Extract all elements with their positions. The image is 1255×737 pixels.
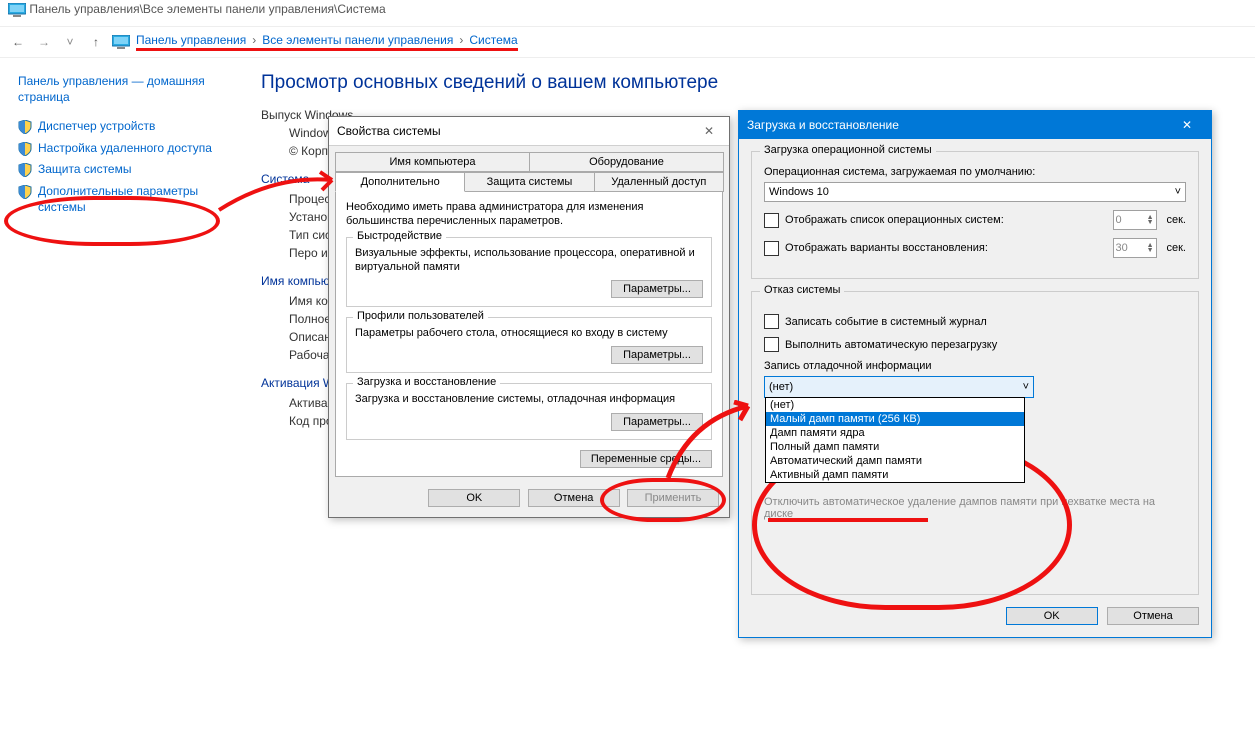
sidebar-item-advanced-settings[interactable]: Дополнительные параметры системы <box>18 184 233 215</box>
cancel-button[interactable]: Отмена <box>1107 607 1199 625</box>
sidebar: Панель управления — домашняя страница Ди… <box>0 58 243 432</box>
select-value: (нет) <box>769 381 793 393</box>
group-user-profiles: Профили пользователей Параметры рабочего… <box>346 317 712 373</box>
breadcrumb-3[interactable]: Система <box>469 33 517 47</box>
dialog-title: Загрузка и восстановление <box>747 118 899 132</box>
dump-option-auto[interactable]: Автоматический дамп памяти <box>766 454 1024 468</box>
group-text: Визуальные эффекты, использование процес… <box>355 246 703 275</box>
tab-remote[interactable]: Удаленный доступ <box>594 172 724 192</box>
group-text: Загрузка и восстановление системы, отлад… <box>355 392 703 406</box>
breadcrumb-2[interactable]: Все элементы панели управления <box>262 33 453 47</box>
tab-hardware[interactable]: Оборудование <box>529 152 724 172</box>
sidebar-item-system-protection[interactable]: Защита системы <box>18 162 233 178</box>
group-title: Загрузка и восстановление <box>353 376 500 388</box>
dump-option-full[interactable]: Полный дамп памяти <box>766 440 1024 454</box>
startup-recovery-settings-button[interactable]: Параметры... <box>611 413 703 431</box>
sidebar-item-label: Диспетчер устройств <box>38 119 155 135</box>
group-performance: Быстродействие Визуальные эффекты, испол… <box>346 237 712 308</box>
checkbox-show-os-list[interactable] <box>764 213 779 228</box>
back-arrow-icon[interactable]: ← <box>8 32 28 52</box>
fieldset-legend: Отказ системы <box>760 284 844 296</box>
checkbox-show-recovery[interactable] <box>764 241 779 256</box>
group-title: Профили пользователей <box>353 310 488 322</box>
os-list-timeout-input[interactable]: 0▲▼ <box>1113 210 1157 230</box>
profiles-settings-button[interactable]: Параметры... <box>611 346 703 364</box>
forward-arrow-icon[interactable]: → <box>34 32 54 52</box>
dialog-title: Свойства системы <box>337 124 441 138</box>
default-os-label: Операционная система, загружаемая по умо… <box>764 166 1186 178</box>
checkbox-write-event-log[interactable] <box>764 314 779 329</box>
sidebar-item-label: Настройка удаленного доступа <box>38 141 212 157</box>
pc-icon <box>8 3 26 17</box>
dump-option-kernel[interactable]: Дамп памяти ядра <box>766 426 1024 440</box>
cancel-button[interactable]: Отмена <box>528 489 620 507</box>
shield-icon <box>18 185 32 199</box>
performance-settings-button[interactable]: Параметры... <box>611 280 703 298</box>
spinner-icon: ▲▼ <box>1147 243 1154 253</box>
sidebar-item-label: Дополнительные параметры системы <box>38 184 233 215</box>
group-startup-recovery: Загрузка и восстановление Загрузка и вос… <box>346 383 712 439</box>
admin-note: Необходимо иметь права администратора дл… <box>346 200 712 229</box>
close-icon[interactable]: ✕ <box>1171 115 1203 135</box>
tab-advanced[interactable]: Дополнительно <box>335 172 465 192</box>
checkbox-label: Отображать варианты восстановления: <box>785 242 1103 254</box>
dump-option-small[interactable]: Малый дамп памяти (256 КВ) <box>766 412 1024 426</box>
dump-type-select[interactable]: (нет) ˅ (нет) Малый дамп памяти (256 КВ)… <box>764 376 1034 398</box>
ok-button[interactable]: OK <box>1006 607 1098 625</box>
startup-recovery-dialog: Загрузка и восстановление ✕ Загрузка опе… <box>738 110 1212 638</box>
breadcrumb[interactable]: Панель управления › Все элементы панели … <box>136 33 518 51</box>
checkbox-label: Записать событие в системный журнал <box>785 316 987 328</box>
nav-bar: ← → ˅ ↑ Панель управления › Все элементы… <box>0 27 1255 58</box>
sidebar-item-remote-settings[interactable]: Настройка удаленного доступа <box>18 141 233 157</box>
shield-icon <box>18 142 32 156</box>
dump-type-dropdown: (нет) Малый дамп памяти (256 КВ) Дамп па… <box>765 397 1025 483</box>
chevron-right-icon: › <box>459 33 463 47</box>
tab-computer-name[interactable]: Имя компьютера <box>335 152 530 172</box>
checkbox-label: Выполнить автоматическую перезагрузку <box>785 339 997 351</box>
spinner-icon: ▲▼ <box>1147 215 1154 225</box>
seconds-label: сек. <box>1167 242 1187 254</box>
tab-system-protection[interactable]: Защита системы <box>464 172 594 192</box>
default-os-select[interactable]: Windows 10 ˅ <box>764 182 1186 202</box>
sidebar-item-device-manager[interactable]: Диспетчер устройств <box>18 119 233 135</box>
breadcrumb-1[interactable]: Панель управления <box>136 33 246 47</box>
recovery-timeout-input[interactable]: 30▲▼ <box>1113 238 1157 258</box>
pc-icon <box>112 35 130 49</box>
fieldset-system-failure: Отказ системы Записать событие в системн… <box>751 291 1199 595</box>
system-properties-dialog: Свойства системы ✕ Имя компьютера Оборуд… <box>328 116 730 518</box>
overwrite-hint: Отключить автоматическое удаление дампов… <box>764 496 1186 520</box>
select-value: Windows 10 <box>769 186 829 198</box>
checkbox-auto-restart[interactable] <box>764 337 779 352</box>
dump-option-active[interactable]: Активный дамп памяти <box>766 468 1024 482</box>
chevron-down-icon: ˅ <box>1175 186 1181 198</box>
up-arrow-icon[interactable]: ↑ <box>86 32 106 52</box>
sidebar-item-label: Защита системы <box>38 162 131 178</box>
window-title: Панель управления\Все элементы панели уп… <box>29 2 385 16</box>
control-panel-home-link[interactable]: Панель управления — домашняя страница <box>18 74 233 105</box>
recent-chevron-icon[interactable]: ˅ <box>60 32 80 52</box>
ok-button[interactable]: OK <box>428 489 520 507</box>
chevron-down-icon: ˅ <box>1023 381 1029 393</box>
env-vars-button[interactable]: Переменные среды... <box>580 450 712 468</box>
shield-icon <box>18 120 32 134</box>
window-title-bar: Панель управления\Все элементы панели уп… <box>0 0 1255 27</box>
group-title: Быстродействие <box>353 230 446 242</box>
chevron-right-icon: › <box>252 33 256 47</box>
seconds-label: сек. <box>1167 214 1187 226</box>
dump-label: Запись отладочной информации <box>764 360 1186 372</box>
apply-button[interactable]: Применить <box>627 489 719 507</box>
group-text: Параметры рабочего стола, относящиеся ко… <box>355 326 703 340</box>
checkbox-label: Отображать список операционных систем: <box>785 214 1103 226</box>
dump-option-none[interactable]: (нет) <box>766 398 1024 412</box>
shield-icon <box>18 163 32 177</box>
fieldset-system-startup: Загрузка операционной системы Операционн… <box>751 151 1199 279</box>
close-icon[interactable]: ✕ <box>697 121 721 141</box>
page-title: Просмотр основных сведений о вашем компь… <box>261 72 718 94</box>
fieldset-legend: Загрузка операционной системы <box>760 144 936 156</box>
